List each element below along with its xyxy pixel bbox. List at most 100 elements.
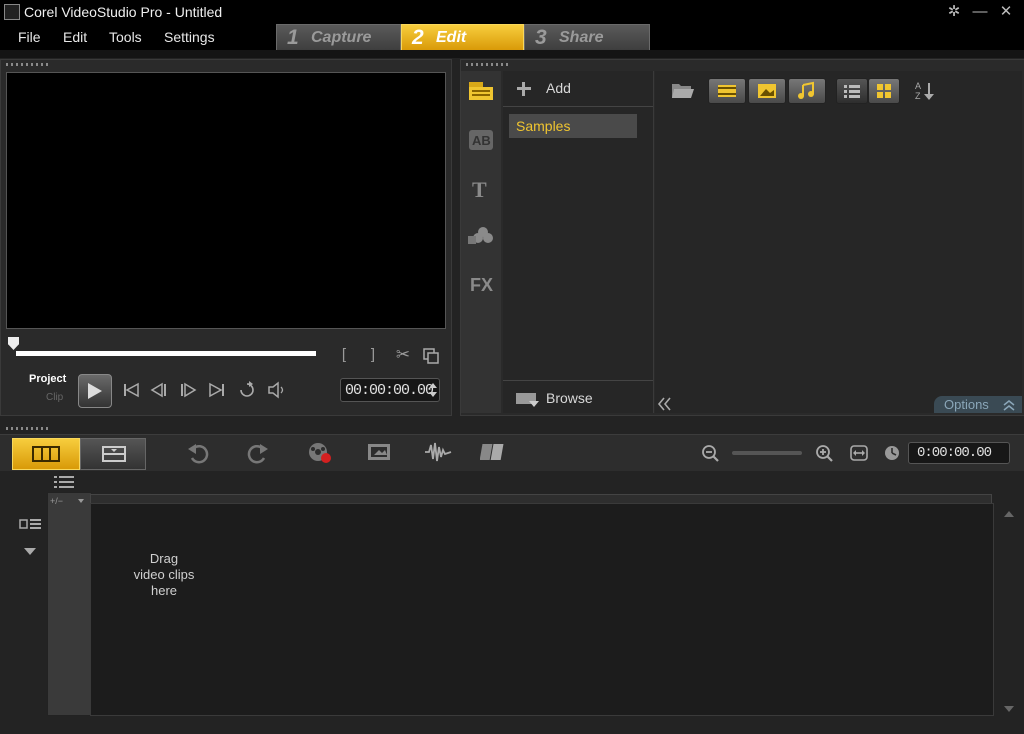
step-number: 2: [412, 26, 424, 49]
fit-to-window-icon: [850, 445, 868, 461]
project-duration-button[interactable]: [883, 444, 901, 467]
zoom-slider[interactable]: [732, 451, 802, 455]
split-clip-icon[interactable]: ✂: [394, 345, 412, 365]
add-remove-track-icon: +/−: [50, 496, 84, 506]
folder-item-samples[interactable]: Samples: [509, 114, 637, 138]
record-capture-icon: [309, 443, 331, 463]
scroll-down-icon: [1004, 706, 1014, 712]
video-clip-icon: [368, 444, 390, 460]
minimize-icon[interactable]: —: [970, 3, 990, 21]
record-capture-button[interactable]: [306, 441, 334, 470]
media-tab[interactable]: [466, 78, 496, 107]
repeat-button[interactable]: [237, 380, 257, 405]
step-label: Capture: [311, 29, 372, 46]
browse-label[interactable]: Browse: [546, 390, 593, 406]
redo-button[interactable]: [246, 442, 270, 469]
window-title: Corel VideoStudio Pro - Untitled: [24, 4, 223, 20]
track-list-icon: [54, 476, 74, 488]
storyboard-icon: [32, 446, 60, 462]
panel-grip[interactable]: [6, 427, 48, 430]
scrubber-track[interactable]: [16, 351, 316, 356]
zoom-out-button[interactable]: [701, 444, 721, 469]
storyboard-drop-area[interactable]: [90, 503, 994, 716]
menu-tools[interactable]: Tools: [109, 29, 142, 45]
mark-out-icon[interactable]: ]: [367, 346, 379, 363]
options-button[interactable]: Options: [934, 396, 1022, 413]
project-duration-timecode: 0:00:00.00: [908, 442, 1010, 464]
app-logo-icon: [4, 4, 20, 20]
tab-share[interactable]: 3 Share: [524, 24, 650, 51]
zoom-in-button[interactable]: [815, 444, 835, 469]
auto-music-button[interactable]: [479, 441, 508, 468]
stepper-arrows-icon: [429, 383, 437, 397]
panel-grip[interactable]: [6, 63, 48, 66]
enlarge-preview-icon[interactable]: [422, 347, 440, 365]
play-button[interactable]: [78, 374, 112, 408]
clock-icon: [885, 446, 899, 460]
filter-tab[interactable]: FX: [469, 273, 495, 300]
track-header-controls[interactable]: +/−: [50, 493, 88, 511]
fit-project-button[interactable]: [849, 444, 869, 467]
browse-button[interactable]: [515, 389, 541, 414]
storyboard-view-button[interactable]: [12, 438, 80, 470]
home-button[interactable]: [122, 381, 140, 404]
project-mode-toggle[interactable]: Project: [29, 373, 66, 385]
add-folder-label[interactable]: Add: [546, 80, 571, 96]
graphic-tab[interactable]: [467, 224, 495, 253]
import-media-button[interactable]: [671, 80, 695, 105]
tab-edit[interactable]: 2 Edit: [401, 24, 524, 51]
clip-mode-toggle[interactable]: Clip: [46, 392, 63, 403]
timeline-view-button[interactable]: [80, 438, 146, 470]
title-tab[interactable]: T: [470, 177, 494, 205]
drag-hint-line: Drag: [149, 551, 179, 566]
fx-icon: FX: [470, 275, 493, 295]
svg-text:A: A: [915, 81, 921, 91]
scroll-down-button[interactable]: [1003, 701, 1015, 719]
preview-window: [6, 72, 446, 329]
svg-text:T: T: [472, 178, 487, 200]
transition-tab[interactable]: AB: [468, 129, 494, 156]
timecode-stepper[interactable]: [428, 381, 438, 404]
close-icon[interactable]: ✕: [996, 3, 1016, 21]
show-videos-toggle[interactable]: [708, 78, 746, 104]
speaker-icon: [268, 381, 284, 399]
media-icon: [469, 82, 493, 100]
triangle-down-icon: [24, 548, 36, 555]
scroll-up-button[interactable]: [1003, 506, 1015, 524]
library-content-pane: [655, 71, 1022, 413]
thumbnail-view-button[interactable]: [868, 78, 900, 104]
ripple-dropdown[interactable]: [23, 543, 37, 561]
sort-button[interactable]: AZ: [913, 79, 937, 108]
list-view-button[interactable]: [836, 78, 868, 104]
project-duration-value: 0:00:00.00: [917, 445, 992, 461]
title-text-icon: T: [472, 177, 487, 202]
audio-mixer-button[interactable]: [424, 441, 452, 468]
end-button[interactable]: [208, 381, 226, 404]
menu-file[interactable]: File: [18, 29, 41, 45]
drag-hint-text: Drag video clips here: [126, 551, 202, 599]
menu-settings[interactable]: Settings: [164, 29, 215, 45]
mark-in-icon[interactable]: [: [338, 346, 350, 363]
movie-wizard-button[interactable]: [366, 441, 394, 468]
add-folder-button[interactable]: [515, 80, 533, 103]
list-view-icon: [844, 85, 860, 98]
show-photos-toggle[interactable]: [748, 78, 786, 104]
collapse-library-button[interactable]: [656, 396, 674, 417]
volume-button[interactable]: [267, 381, 287, 404]
next-frame-button[interactable]: [179, 381, 197, 404]
step-number: 3: [535, 26, 547, 49]
undo-button[interactable]: [186, 442, 210, 469]
zoom-out-icon: [702, 445, 719, 462]
graphic-flower-icon: [468, 227, 493, 244]
ripple-edit-icon: [19, 519, 41, 529]
scroll-up-icon: [1004, 511, 1014, 517]
ripple-edit-button[interactable]: [19, 516, 43, 537]
menu-edit[interactable]: Edit: [63, 29, 87, 45]
player-timecode[interactable]: 00:00:00.00: [340, 378, 440, 402]
music-note-icon: [798, 81, 814, 99]
panel-grip[interactable]: [466, 63, 508, 66]
previous-frame-button[interactable]: [150, 381, 168, 404]
tab-capture[interactable]: 1 Capture: [276, 24, 401, 51]
settings-icon[interactable]: ✲: [944, 3, 964, 21]
show-audio-toggle[interactable]: [788, 78, 826, 104]
